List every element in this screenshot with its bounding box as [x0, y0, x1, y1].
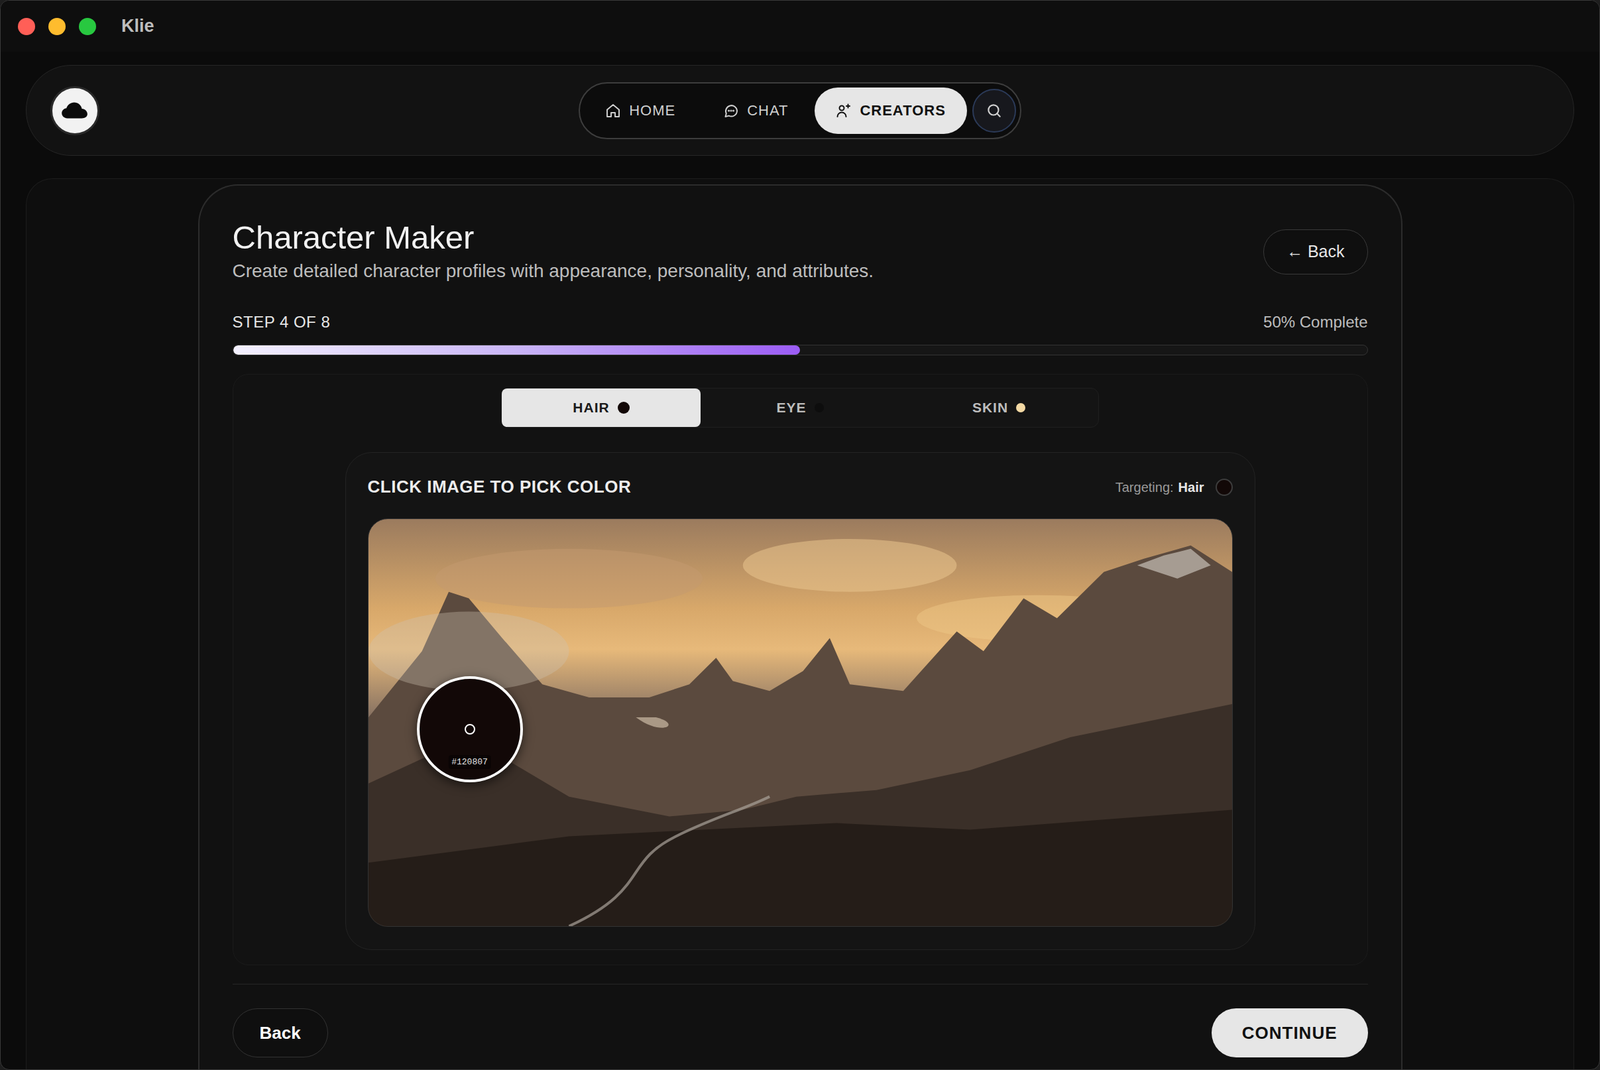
color-tab-dot: [617, 401, 630, 414]
back-button[interactable]: Back: [232, 1008, 329, 1058]
color-tab[interactable]: HAIR: [501, 388, 701, 427]
targeting-dot: [1215, 478, 1233, 496]
landscape-photo[interactable]: #120807: [367, 518, 1233, 927]
zoom-button[interactable]: [78, 17, 97, 36]
creators-icon: [835, 102, 852, 119]
color-section: HAIR EYE SKIN CLICK IMAGE TO PICK COLOR Ta…: [232, 373, 1369, 966]
loupe-crosshair: [464, 723, 476, 735]
color-loupe[interactable]: #120807: [416, 676, 523, 783]
color-tab-dot: [1016, 402, 1026, 413]
home-icon: [605, 102, 622, 119]
page-subtitle: Create detailed character profiles with …: [232, 258, 875, 284]
nav-item-label: CHAT: [746, 99, 789, 122]
targeting-value: Hair: [1178, 477, 1205, 498]
nav-pill: HOME CHAT CREATORS: [578, 82, 1022, 140]
targeting-label: Targeting:: [1115, 477, 1174, 498]
nav-item[interactable]: HOME: [583, 87, 697, 134]
picker-panel: CLICK IMAGE TO PICK COLOR Targeting: Hai…: [345, 452, 1256, 950]
continue-button[interactable]: CONTINUE: [1211, 1008, 1369, 1058]
nav-item[interactable]: CREATORS: [814, 87, 967, 134]
progress-track: [232, 344, 1369, 356]
card-header: Character Maker Create detailed characte…: [232, 218, 1369, 284]
picker-heading: CLICK IMAGE TO PICK COLOR: [367, 473, 632, 500]
color-tab-dot: [814, 402, 824, 413]
cloud-logo-icon[interactable]: [50, 86, 100, 136]
nav-item-label: CREATORS: [859, 99, 946, 122]
color-tab-label: SKIN: [972, 397, 1009, 419]
nav-item-label: HOME: [628, 99, 676, 122]
color-tabs: HAIR EYE SKIN: [501, 387, 1099, 428]
search-button[interactable]: [972, 88, 1017, 133]
header-back-button[interactable]: ← Back: [1263, 229, 1369, 275]
window-title: Klie: [121, 12, 155, 40]
footer-actions: Back CONTINUE: [232, 1008, 1369, 1058]
app-window: Klie HOME CHAT CREATORS Character Maker Cr…: [0, 0, 1600, 1070]
color-tab-label: HAIR: [572, 397, 610, 419]
search-icon: [985, 102, 1003, 120]
picker-header: CLICK IMAGE TO PICK COLOR Targeting: Hai…: [367, 473, 1233, 500]
loupe-hex: #120807: [448, 754, 492, 770]
minimize-button[interactable]: [48, 17, 66, 36]
chat-icon: [723, 102, 740, 119]
footer-divider: [232, 983, 1369, 985]
page-title: Character Maker: [232, 218, 875, 256]
main-area: Character Maker Create detailed characte…: [25, 178, 1575, 1070]
progress-header: STEP 4 OF 8 50% Complete: [232, 310, 1369, 335]
close-button[interactable]: [17, 17, 36, 36]
navbar: HOME CHAT CREATORS: [25, 64, 1575, 156]
title-bar: Klie: [0, 0, 1600, 52]
progress-fill: [233, 345, 801, 355]
color-tab[interactable]: EYE: [700, 388, 900, 427]
nav-item[interactable]: CHAT: [701, 87, 810, 134]
character-maker-card: Character Maker Create detailed characte…: [198, 184, 1403, 1070]
percent-label: 50% Complete: [1263, 310, 1368, 335]
targeting-indicator: Targeting: Hair: [1115, 477, 1233, 498]
logo-area: [50, 86, 579, 136]
header-text: Character Maker Create detailed characte…: [232, 218, 875, 284]
window-controls: [17, 17, 97, 36]
color-tab[interactable]: SKIN: [899, 388, 1099, 427]
nav-items: HOME CHAT CREATORS: [583, 87, 968, 134]
color-tab-label: EYE: [776, 397, 806, 419]
step-label: STEP 4 OF 8: [232, 310, 331, 335]
